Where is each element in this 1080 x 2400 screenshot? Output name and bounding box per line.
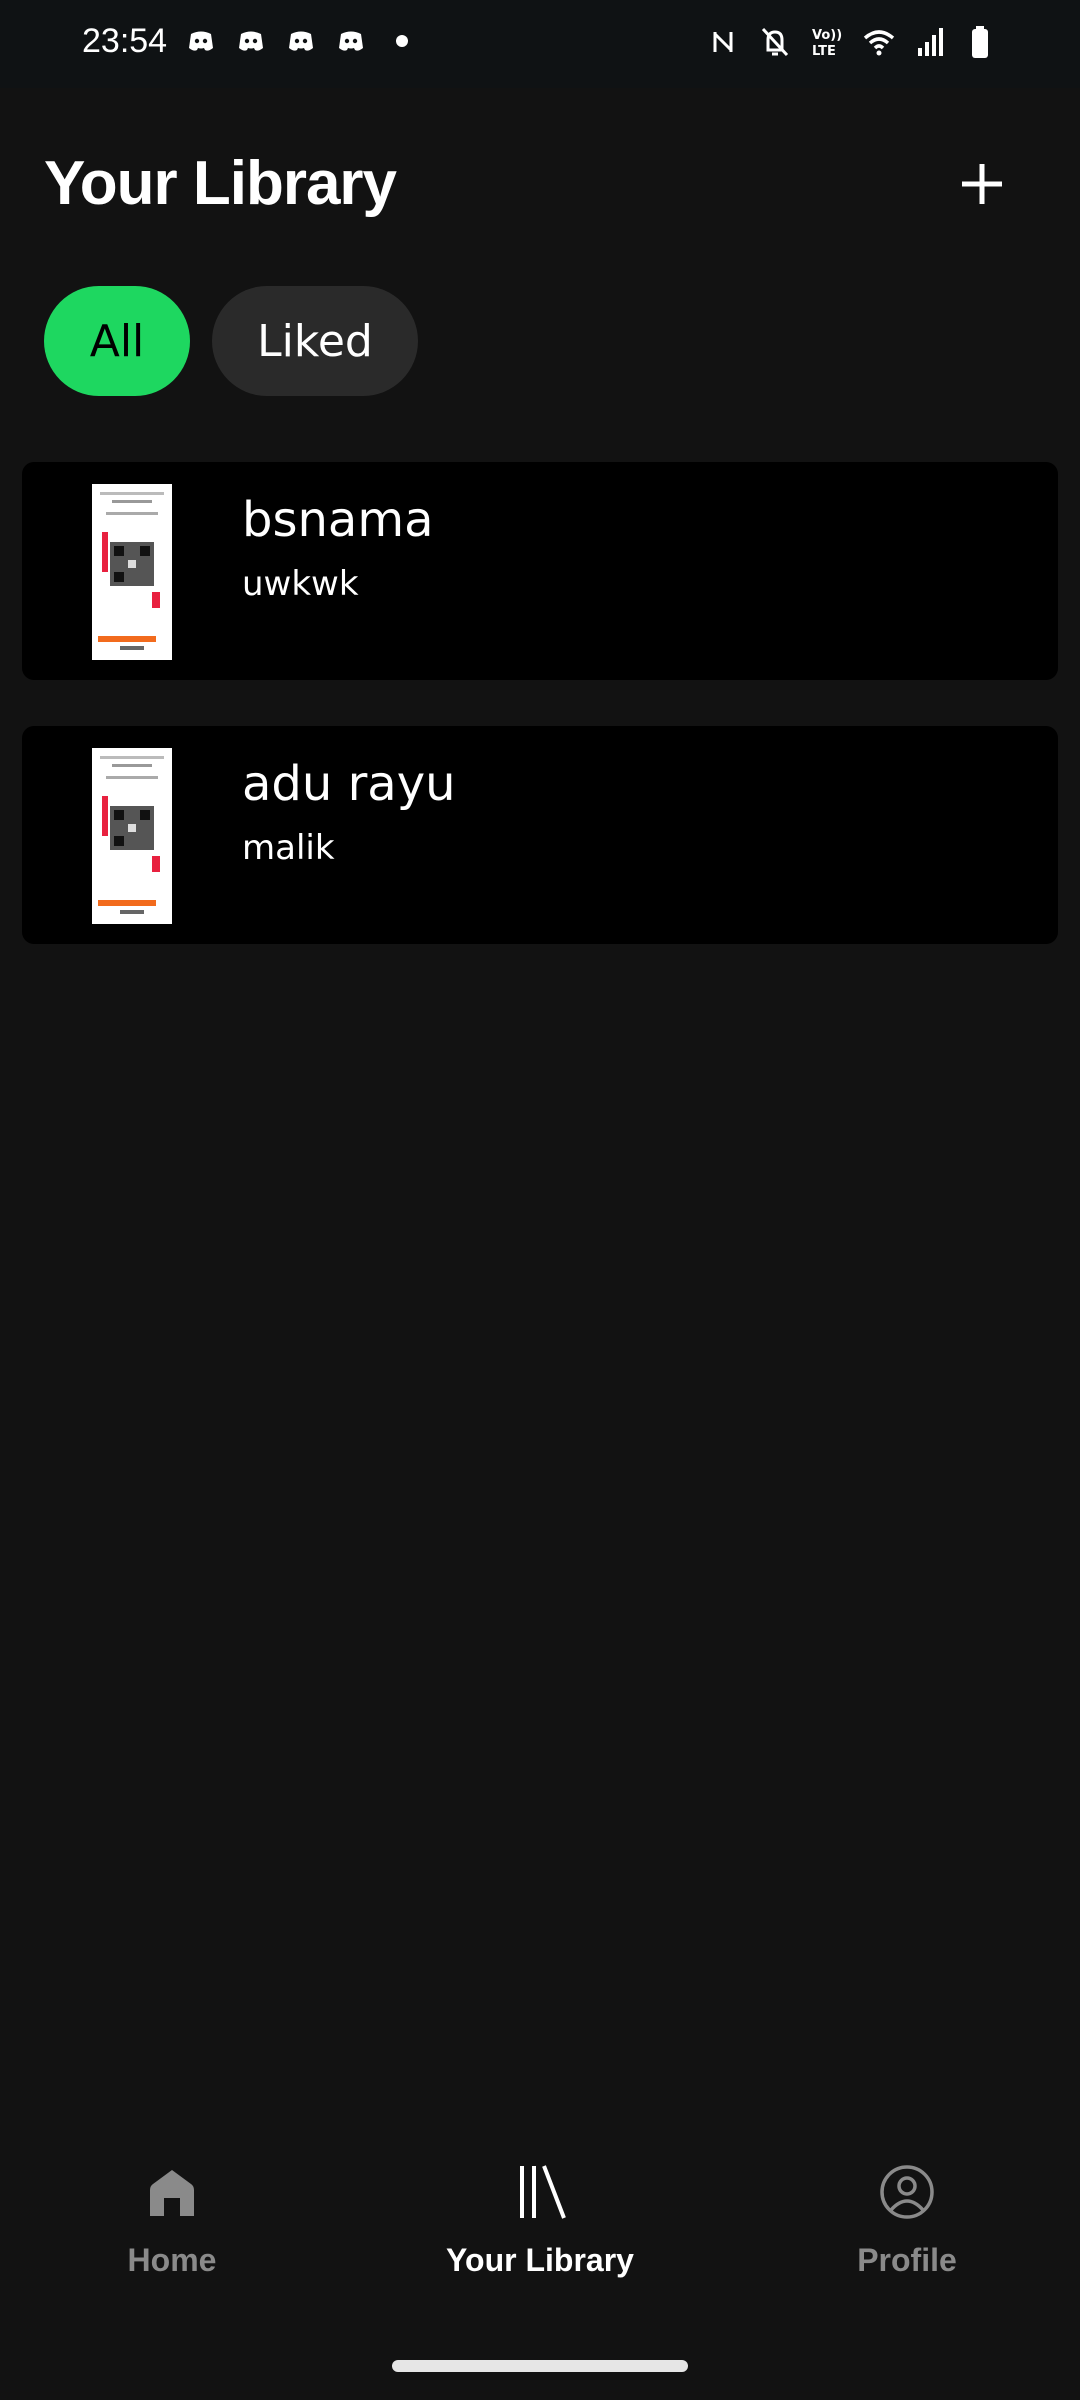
bottom-nav: Home Your Library Profile: [0, 2130, 1080, 2330]
svg-text:LTE: LTE: [812, 44, 836, 59]
nav-home-label: Home: [127, 2242, 217, 2278]
profile-icon: [880, 2165, 934, 2219]
library-icon: [520, 2165, 566, 2219]
volte-icon: Vo))LTE: [812, 28, 842, 59]
battery-icon: [972, 26, 988, 58]
library-item[interactable]: adu rayu malik: [22, 726, 1058, 944]
signal-icon: [918, 28, 943, 56]
filter-chip-all[interactable]: All: [44, 286, 190, 396]
qr-receipt-image: [92, 748, 172, 924]
system-status-icons: Vo)) LTE: [706, 24, 1000, 60]
status-bar: 23:54 Vo)) LTE: [0, 0, 1080, 88]
discord-icon: [339, 31, 363, 51]
add-icon[interactable]: [950, 152, 1014, 216]
item-subtitle: malik: [242, 828, 335, 868]
status-time: 23:54: [82, 22, 168, 60]
item-thumbnail: [92, 484, 172, 660]
nav-your-library-label: Your Library: [446, 2242, 634, 2278]
discord-icon: [189, 31, 213, 51]
item-title: adu rayu: [242, 756, 456, 812]
nfc-icon: [713, 32, 733, 52]
notification-icons: [186, 26, 408, 56]
library-item[interactable]: bsnama uwkwk: [22, 462, 1058, 680]
item-subtitle: uwkwk: [242, 564, 359, 604]
home-icon: [150, 2170, 194, 2216]
filter-chip-liked[interactable]: Liked: [212, 286, 418, 396]
page-title: Your Library: [44, 149, 397, 218]
item-title: bsnama: [242, 492, 434, 548]
svg-text:Vo)): Vo)): [812, 28, 842, 43]
bell-off-icon: [761, 27, 789, 57]
home-indicator[interactable]: [392, 2360, 688, 2372]
discord-icon: [239, 31, 263, 51]
item-thumbnail: [92, 748, 172, 924]
qr-receipt-image: [92, 484, 172, 660]
more-notifications-dot: [396, 35, 408, 47]
discord-icon: [289, 31, 313, 51]
wifi-icon: [863, 30, 895, 56]
nav-your-library[interactable]: Your Library: [390, 2130, 690, 2300]
nav-profile-label: Profile: [857, 2242, 957, 2278]
nav-home[interactable]: Home: [22, 2130, 322, 2300]
nav-profile[interactable]: Profile: [757, 2130, 1057, 2300]
